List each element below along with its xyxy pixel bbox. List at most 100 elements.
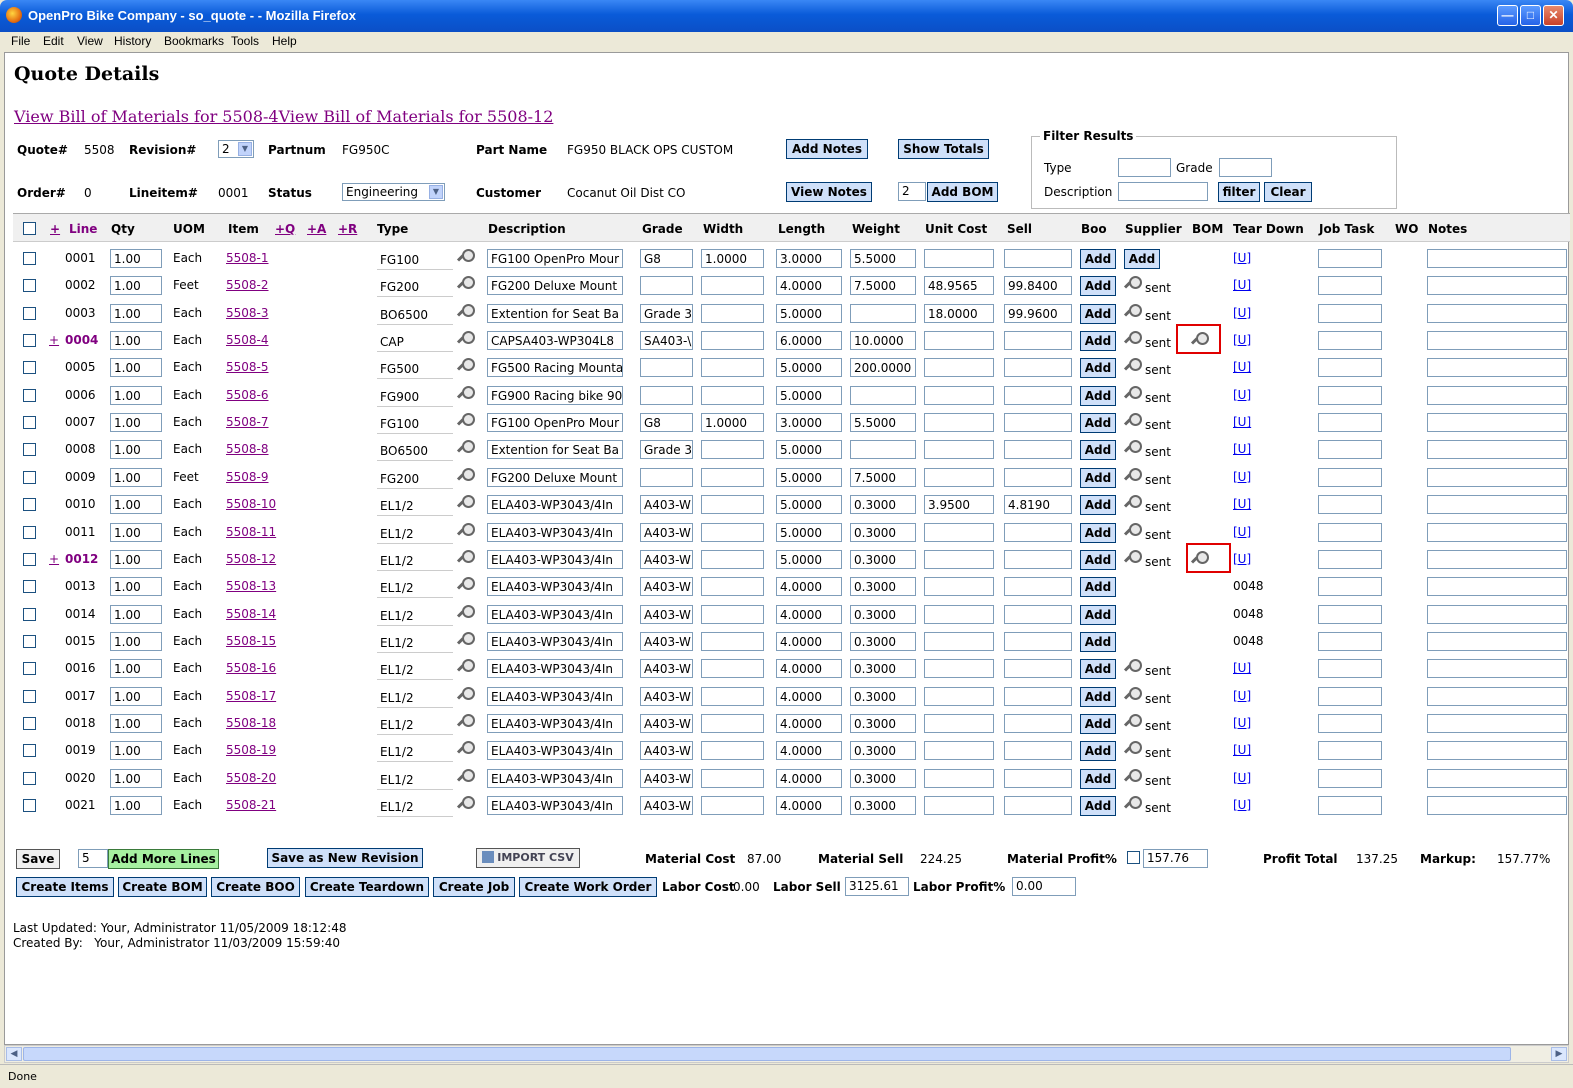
- sell-input[interactable]: [1004, 549, 1072, 569]
- menu-help[interactable]: Help: [272, 34, 297, 48]
- notes-input[interactable]: [1427, 686, 1567, 706]
- add-boo-button[interactable]: Add: [1080, 713, 1116, 734]
- qty-input[interactable]: 1.00: [110, 686, 162, 706]
- menu-bookmarks[interactable]: Bookmarks: [164, 34, 224, 48]
- length-input[interactable]: 5.0000: [776, 358, 842, 378]
- select-all-checkbox[interactable]: [23, 222, 36, 235]
- description-input[interactable]: ELA403-WP3043/4In: [487, 741, 623, 761]
- qty-input[interactable]: 1.00: [110, 604, 162, 624]
- grade-input[interactable]: A403-W: [640, 659, 693, 679]
- add-boo-button[interactable]: Add: [1080, 659, 1116, 680]
- add-boo-button[interactable]: Add: [1080, 358, 1116, 379]
- search-icon[interactable]: [457, 248, 475, 266]
- search-icon[interactable]: [457, 385, 475, 403]
- description-input[interactable]: ELA403-WP3043/4In: [487, 796, 623, 815]
- sell-input[interactable]: [1004, 768, 1072, 788]
- sell-input[interactable]: [1004, 741, 1072, 761]
- clear-button[interactable]: Clear: [1264, 182, 1312, 202]
- search-icon[interactable]: [457, 357, 475, 375]
- sell-input[interactable]: [1004, 358, 1072, 378]
- description-input[interactable]: CAPSA403-WP304L8: [487, 331, 623, 351]
- expand-plus-link[interactable]: +: [49, 333, 59, 353]
- length-input[interactable]: 4.0000: [776, 604, 842, 624]
- description-input[interactable]: Extention for Seat Ba: [487, 303, 623, 323]
- filter-button[interactable]: filter: [1218, 182, 1260, 202]
- search-icon[interactable]: [1124, 439, 1142, 457]
- row-checkbox[interactable]: [23, 744, 36, 758]
- teardown-link[interactable]: [U]: [1233, 716, 1251, 736]
- width-input[interactable]: [701, 631, 764, 651]
- unit-cost-input[interactable]: [924, 440, 994, 460]
- labor-profit-input[interactable]: 0.00: [1012, 877, 1076, 896]
- type-input[interactable]: EL1/2: [377, 524, 453, 544]
- search-icon[interactable]: [457, 275, 475, 293]
- width-input[interactable]: [701, 467, 764, 487]
- add-boo-button[interactable]: Add: [1080, 741, 1116, 762]
- grade-input[interactable]: A403-W: [640, 768, 693, 788]
- item-link[interactable]: 5508-18: [226, 716, 276, 736]
- weight-input[interactable]: 7.5000: [850, 276, 916, 296]
- notes-input[interactable]: [1427, 604, 1567, 624]
- description-input[interactable]: FG500 Racing Mounta: [487, 358, 623, 378]
- row-checkbox[interactable]: [23, 361, 36, 375]
- length-input[interactable]: 4.0000: [776, 686, 842, 706]
- type-input[interactable]: EL1/2: [377, 633, 453, 653]
- width-input[interactable]: [701, 549, 764, 569]
- qty-input[interactable]: 1.00: [110, 303, 162, 323]
- job-task-input[interactable]: [1318, 631, 1382, 651]
- item-link[interactable]: 5508-13: [226, 579, 276, 599]
- notes-input[interactable]: [1427, 549, 1567, 569]
- type-input[interactable]: FG500: [377, 360, 453, 380]
- show-totals-button[interactable]: Show Totals: [898, 139, 989, 159]
- width-input[interactable]: [701, 686, 764, 706]
- add-bom-button[interactable]: Add BOM: [927, 182, 998, 202]
- weight-input[interactable]: 0.3000: [850, 604, 916, 624]
- width-input[interactable]: [701, 659, 764, 679]
- item-link[interactable]: 5508-2: [226, 278, 269, 298]
- width-input[interactable]: [701, 440, 764, 460]
- teardown-link[interactable]: [U]: [1233, 525, 1251, 545]
- unit-cost-input[interactable]: [924, 796, 994, 815]
- length-input[interactable]: 5.0000: [776, 495, 842, 515]
- grade-input[interactable]: A403-W: [640, 631, 693, 651]
- sell-input[interactable]: [1004, 440, 1072, 460]
- teardown-link[interactable]: [U]: [1233, 442, 1251, 462]
- search-icon[interactable]: [457, 740, 475, 758]
- teardown-link[interactable]: [U]: [1233, 278, 1251, 298]
- qty-input[interactable]: 1.00: [110, 796, 162, 815]
- weight-input[interactable]: 0.3000: [850, 686, 916, 706]
- qty-input[interactable]: 1.00: [110, 440, 162, 460]
- search-icon[interactable]: [457, 604, 475, 622]
- unit-cost-input[interactable]: [924, 631, 994, 651]
- width-input[interactable]: [701, 303, 764, 323]
- width-input[interactable]: [701, 385, 764, 405]
- row-checkbox[interactable]: [23, 799, 36, 812]
- filter-grade-input[interactable]: [1219, 158, 1272, 177]
- grade-input[interactable]: [640, 385, 693, 405]
- search-icon[interactable]: [1124, 385, 1142, 403]
- weight-input[interactable]: 0.3000: [850, 768, 916, 788]
- type-input[interactable]: CAP: [377, 333, 453, 353]
- item-link[interactable]: 5508-10: [226, 497, 276, 517]
- menu-view[interactable]: View: [77, 34, 103, 48]
- horizontal-scrollbar[interactable]: ◀ ▶: [4, 1045, 1569, 1063]
- search-icon[interactable]: [457, 713, 475, 731]
- job-task-input[interactable]: [1318, 741, 1382, 761]
- teardown-link[interactable]: [U]: [1233, 771, 1251, 791]
- unit-cost-input[interactable]: [924, 358, 994, 378]
- unit-cost-input[interactable]: 48.9565: [924, 276, 994, 296]
- labor-sell-input[interactable]: 3125.61: [845, 877, 909, 896]
- menu-file[interactable]: File: [11, 34, 30, 48]
- notes-input[interactable]: [1427, 495, 1567, 515]
- view-bom-links[interactable]: View Bill of Materials for 5508-4View Bi…: [14, 107, 553, 126]
- teardown-link[interactable]: [U]: [1233, 689, 1251, 709]
- sell-input[interactable]: [1004, 686, 1072, 706]
- type-input[interactable]: FG200: [377, 469, 453, 489]
- type-input[interactable]: EL1/2: [377, 715, 453, 735]
- notes-input[interactable]: [1427, 276, 1567, 296]
- grade-input[interactable]: [640, 358, 693, 378]
- job-task-input[interactable]: [1318, 358, 1382, 378]
- notes-input[interactable]: [1427, 796, 1567, 815]
- description-input[interactable]: FG900 Racing bike 90: [487, 385, 623, 405]
- item-link[interactable]: 5508-1: [226, 251, 269, 271]
